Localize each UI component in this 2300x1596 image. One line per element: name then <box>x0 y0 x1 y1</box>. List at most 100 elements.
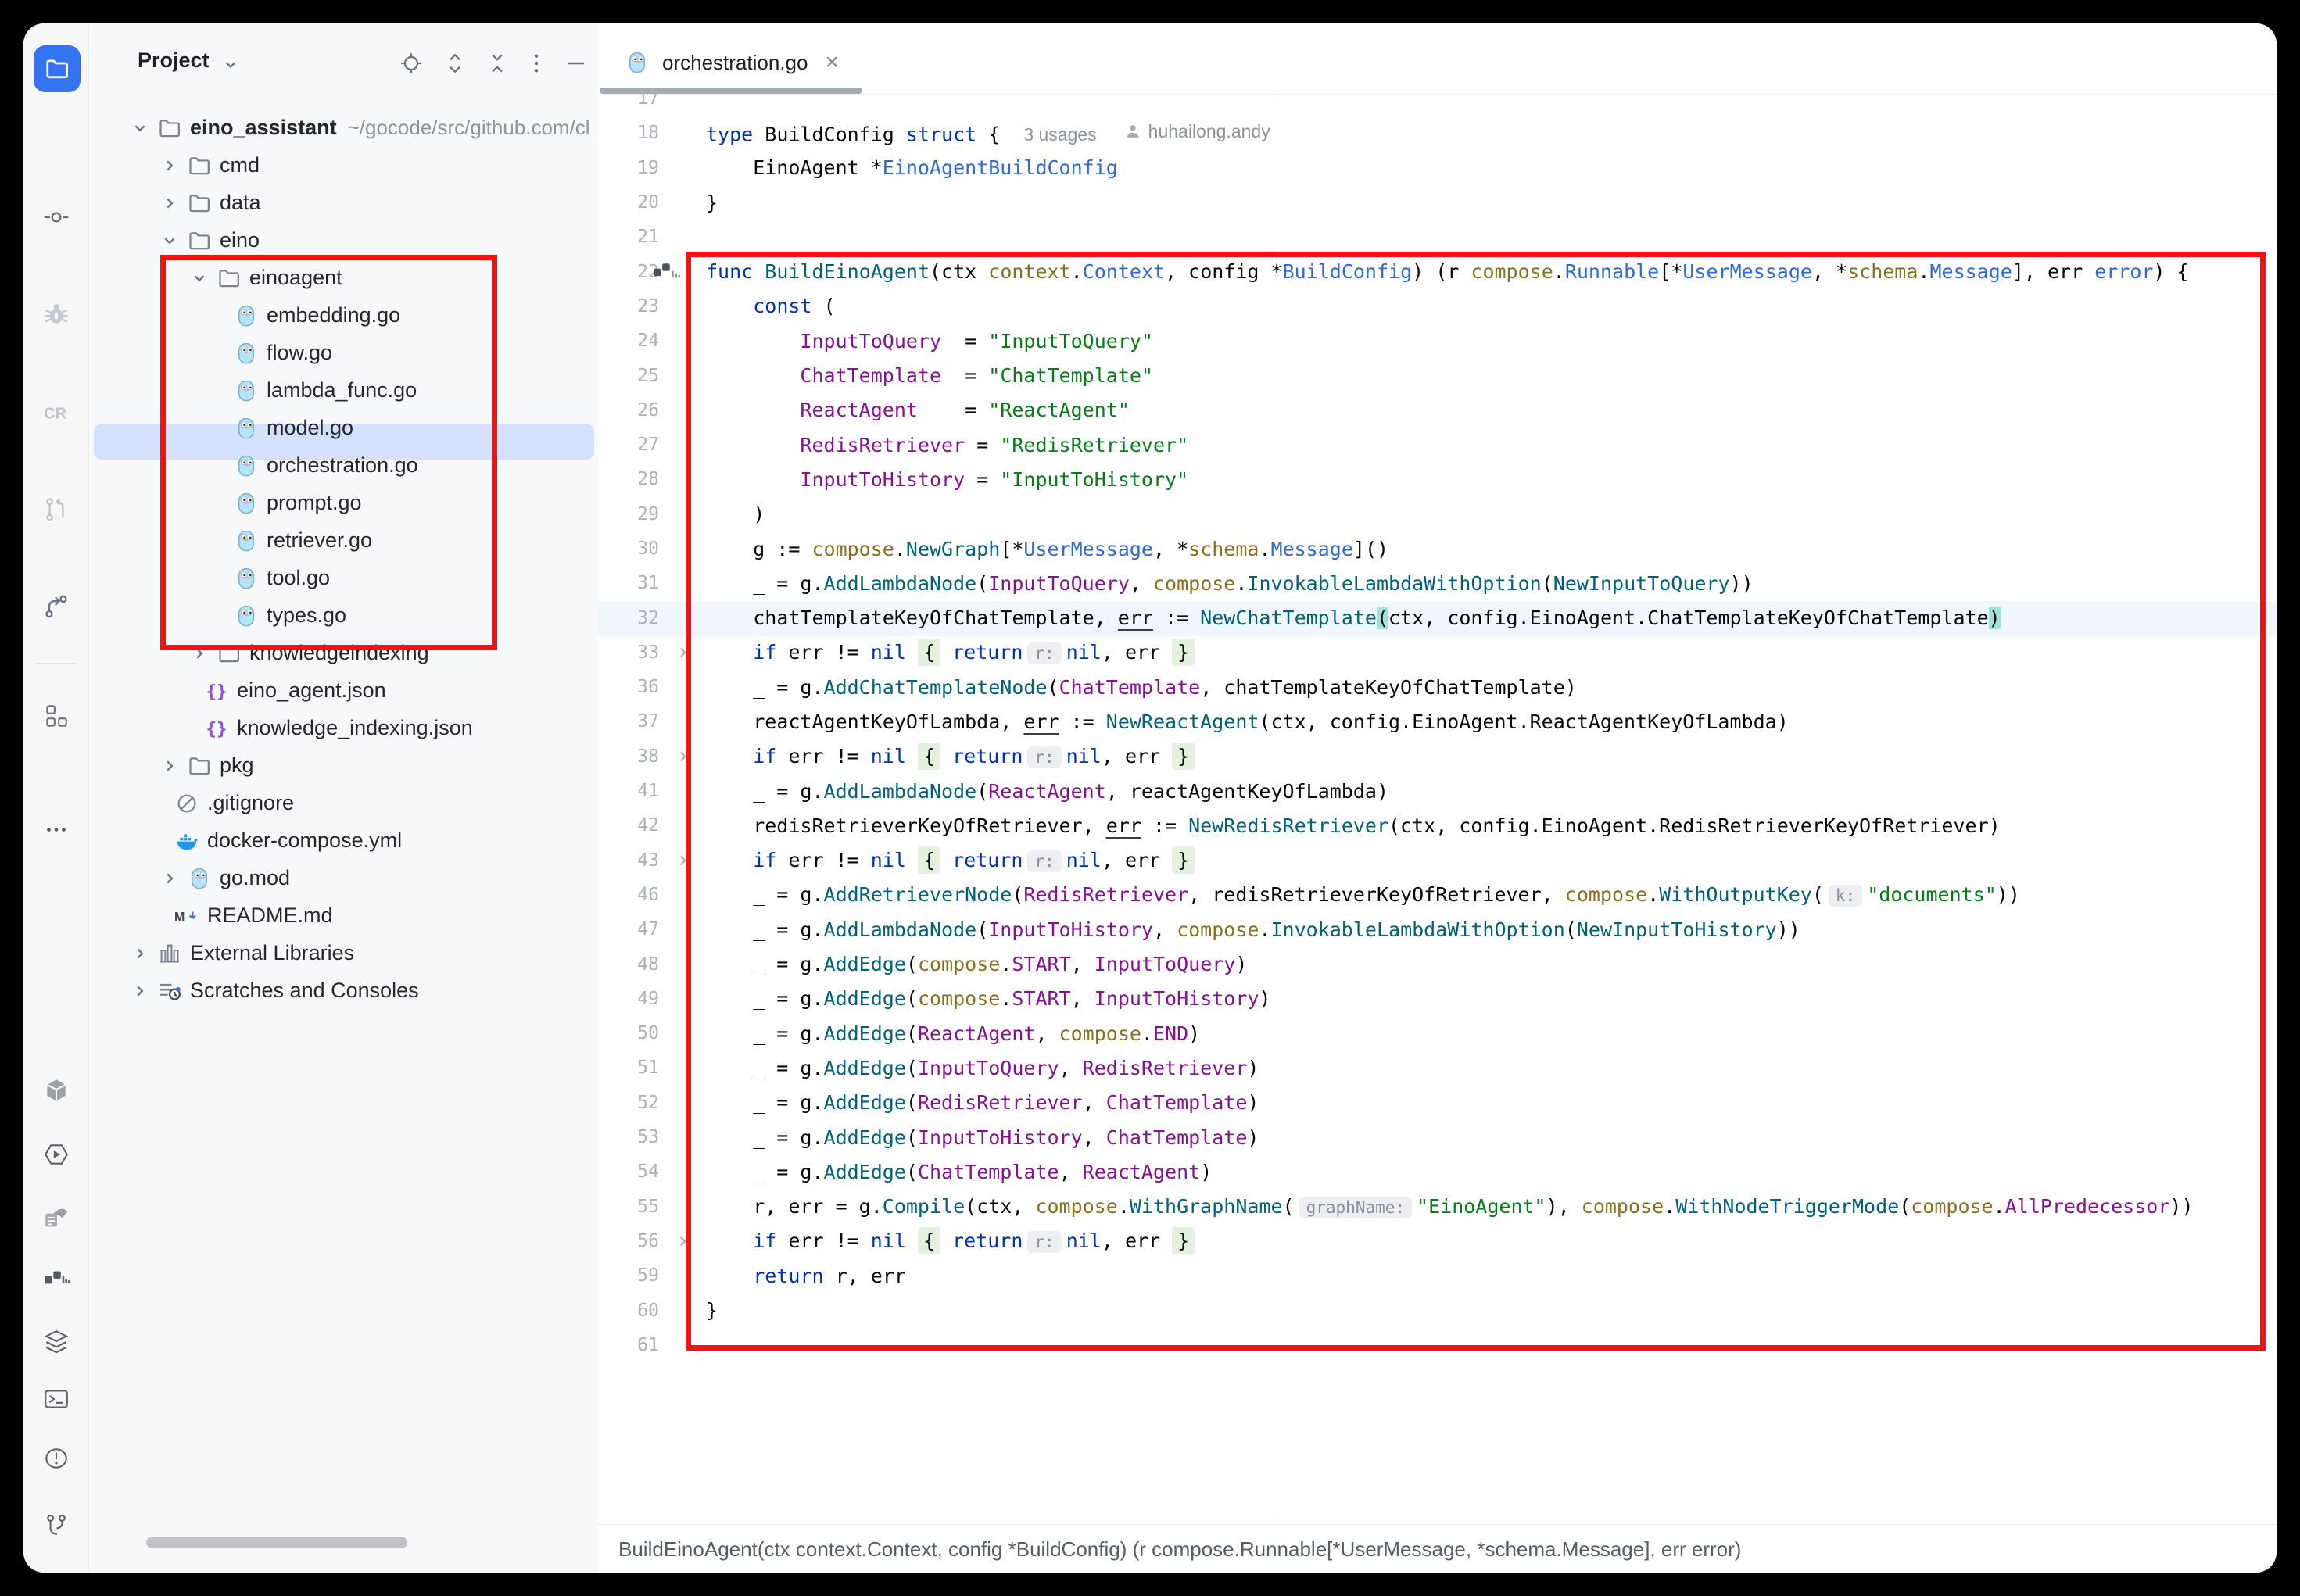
chevron-right-icon[interactable] <box>129 943 151 964</box>
tree-item-label: docker-compose.yml <box>207 828 402 853</box>
chevron-down-icon[interactable] <box>129 117 151 139</box>
collapse-all-icon[interactable] <box>482 48 512 78</box>
debug-icon[interactable] <box>41 299 72 330</box>
git-icon[interactable] <box>41 1510 72 1541</box>
profiler-icon[interactable] <box>41 1263 72 1294</box>
line-number: 37 <box>598 711 659 732</box>
pull-requests-icon[interactable] <box>41 494 72 525</box>
code-line-21[interactable]: 21 <box>598 220 2277 254</box>
tree-item-data[interactable]: data <box>89 184 598 222</box>
layers-icon[interactable] <box>41 1326 72 1358</box>
code-line-20[interactable]: 20} <box>598 185 2277 220</box>
tree-item-label: data <box>220 191 261 215</box>
line-number: 36 <box>598 677 659 697</box>
chevron-down-icon[interactable] <box>220 55 241 75</box>
tree-item--gitignore[interactable]: .gitignore <box>89 785 598 822</box>
code-line-17[interactable]: 17 <box>598 81 2277 116</box>
docker-icon <box>174 828 199 853</box>
code-token: BuildConfig <box>753 123 906 145</box>
expand-all-icon[interactable] <box>440 48 470 78</box>
more-options-icon[interactable] <box>521 48 551 78</box>
tab-orchestration-go[interactable]: orchestration.go × <box>600 38 859 88</box>
annotation-box-code <box>686 252 2266 1351</box>
line-number: 49 <box>598 989 659 1009</box>
commit-icon[interactable] <box>41 202 72 233</box>
author-inlay[interactable]: huhailong.andy <box>1123 121 1270 142</box>
structure-icon[interactable] <box>41 700 72 732</box>
chevron-right-icon[interactable] <box>159 155 181 177</box>
line-number: 43 <box>598 850 659 871</box>
code-token: { <box>976 123 1000 145</box>
line-number: 25 <box>598 366 659 386</box>
tree-item-pkg[interactable]: pkg <box>89 747 598 785</box>
tree-item-external-libraries[interactable]: External Libraries <box>89 935 598 972</box>
code-line-18[interactable]: 18type BuildConfig struct {3 usageshuhai… <box>598 116 2277 150</box>
line-number: 27 <box>598 435 659 455</box>
line-number: 28 <box>598 469 659 489</box>
chevron-down-icon[interactable] <box>159 230 181 252</box>
line-number: 31 <box>598 573 659 593</box>
line-number: 18 <box>598 123 659 143</box>
svg-text:{}: {} <box>206 719 227 739</box>
folder-icon <box>187 191 212 216</box>
json-icon: {} <box>204 716 229 741</box>
tree-item-readme-md[interactable]: MREADME.md <box>89 897 598 935</box>
line-number: 59 <box>598 1265 659 1286</box>
services-icon[interactable] <box>41 1139 72 1170</box>
tree-item-label: cmd <box>220 153 260 177</box>
code-line-19[interactable]: 19 EinoAgent *EinoAgentBuildConfig <box>598 151 2277 185</box>
line-number: 19 <box>598 158 659 178</box>
tree-item-label: External Libraries <box>190 941 354 965</box>
code-vision-marker-icon[interactable] <box>653 260 681 284</box>
tree-item-knowledge-indexing-json[interactable]: {}knowledge_indexing.json <box>89 710 598 747</box>
code-review-icon[interactable]: CR <box>41 397 72 428</box>
project-panel-hscrollbar[interactable] <box>146 1537 407 1548</box>
chevron-right-icon[interactable] <box>159 755 181 777</box>
line-number: 56 <box>598 1231 659 1251</box>
hide-panel-icon[interactable] <box>561 48 591 78</box>
close-icon[interactable]: × <box>825 51 839 74</box>
usages-inlay[interactable]: 3 usages <box>1023 124 1096 145</box>
tree-item-eino[interactable]: eino <box>89 222 598 259</box>
line-number: 24 <box>598 331 659 351</box>
more-icon[interactable] <box>41 807 72 838</box>
chevron-right-icon[interactable] <box>159 868 181 889</box>
folder-icon <box>187 153 212 178</box>
tree-item-scratches-and-consoles[interactable]: Scratches and Consoles <box>89 972 598 1010</box>
panel-title[interactable]: Project <box>138 48 210 73</box>
status-bar: BuildEinoAgent(ctx context.Context, conf… <box>598 1524 2277 1573</box>
line-number: 32 <box>598 608 659 628</box>
dependencies-icon[interactable] <box>41 1075 72 1106</box>
line-number: 52 <box>598 1093 659 1113</box>
tree-item-go-mod[interactable]: go.mod <box>89 860 598 897</box>
line-number: 30 <box>598 539 659 559</box>
json-icon: {} <box>204 678 229 703</box>
sidebar-item-project[interactable] <box>34 45 81 92</box>
chevron-right-icon[interactable] <box>159 192 181 214</box>
project-panel-header: Project <box>89 42 598 83</box>
tree-item-label: eino <box>220 228 260 252</box>
folder-icon <box>187 753 212 778</box>
tree-item-label: eino_assistant~/gocode/src/github.com/cl <box>190 116 590 140</box>
project-path: ~/gocode/src/github.com/cl <box>348 116 590 139</box>
problems-icon[interactable] <box>41 1443 72 1474</box>
go-file-icon <box>625 50 650 75</box>
ignore-icon <box>174 791 199 816</box>
line-number: 33 <box>598 642 659 663</box>
line-number: 17 <box>598 88 659 109</box>
line-number: 38 <box>598 746 659 767</box>
locate-file-icon[interactable] <box>396 48 426 78</box>
line-number: 47 <box>598 919 659 939</box>
tree-item-cmd[interactable]: cmd <box>89 147 598 184</box>
chevron-right-icon[interactable] <box>129 980 151 1002</box>
tree-item-eino-agent-json[interactable]: {}eino_agent.json <box>89 672 598 710</box>
tree-item-eino-assistant[interactable]: eino_assistant~/gocode/src/github.com/cl <box>89 109 598 147</box>
project-folder-icon <box>44 55 70 82</box>
line-number: 20 <box>598 192 659 213</box>
tree-item-label: go.mod <box>220 866 290 890</box>
terminal-icon[interactable] <box>41 1383 72 1415</box>
documentation-icon[interactable] <box>41 1204 72 1235</box>
code-text: } <box>706 191 718 214</box>
tree-item-docker-compose-yml[interactable]: docker-compose.yml <box>89 822 598 860</box>
update-project-icon[interactable] <box>41 591 72 622</box>
